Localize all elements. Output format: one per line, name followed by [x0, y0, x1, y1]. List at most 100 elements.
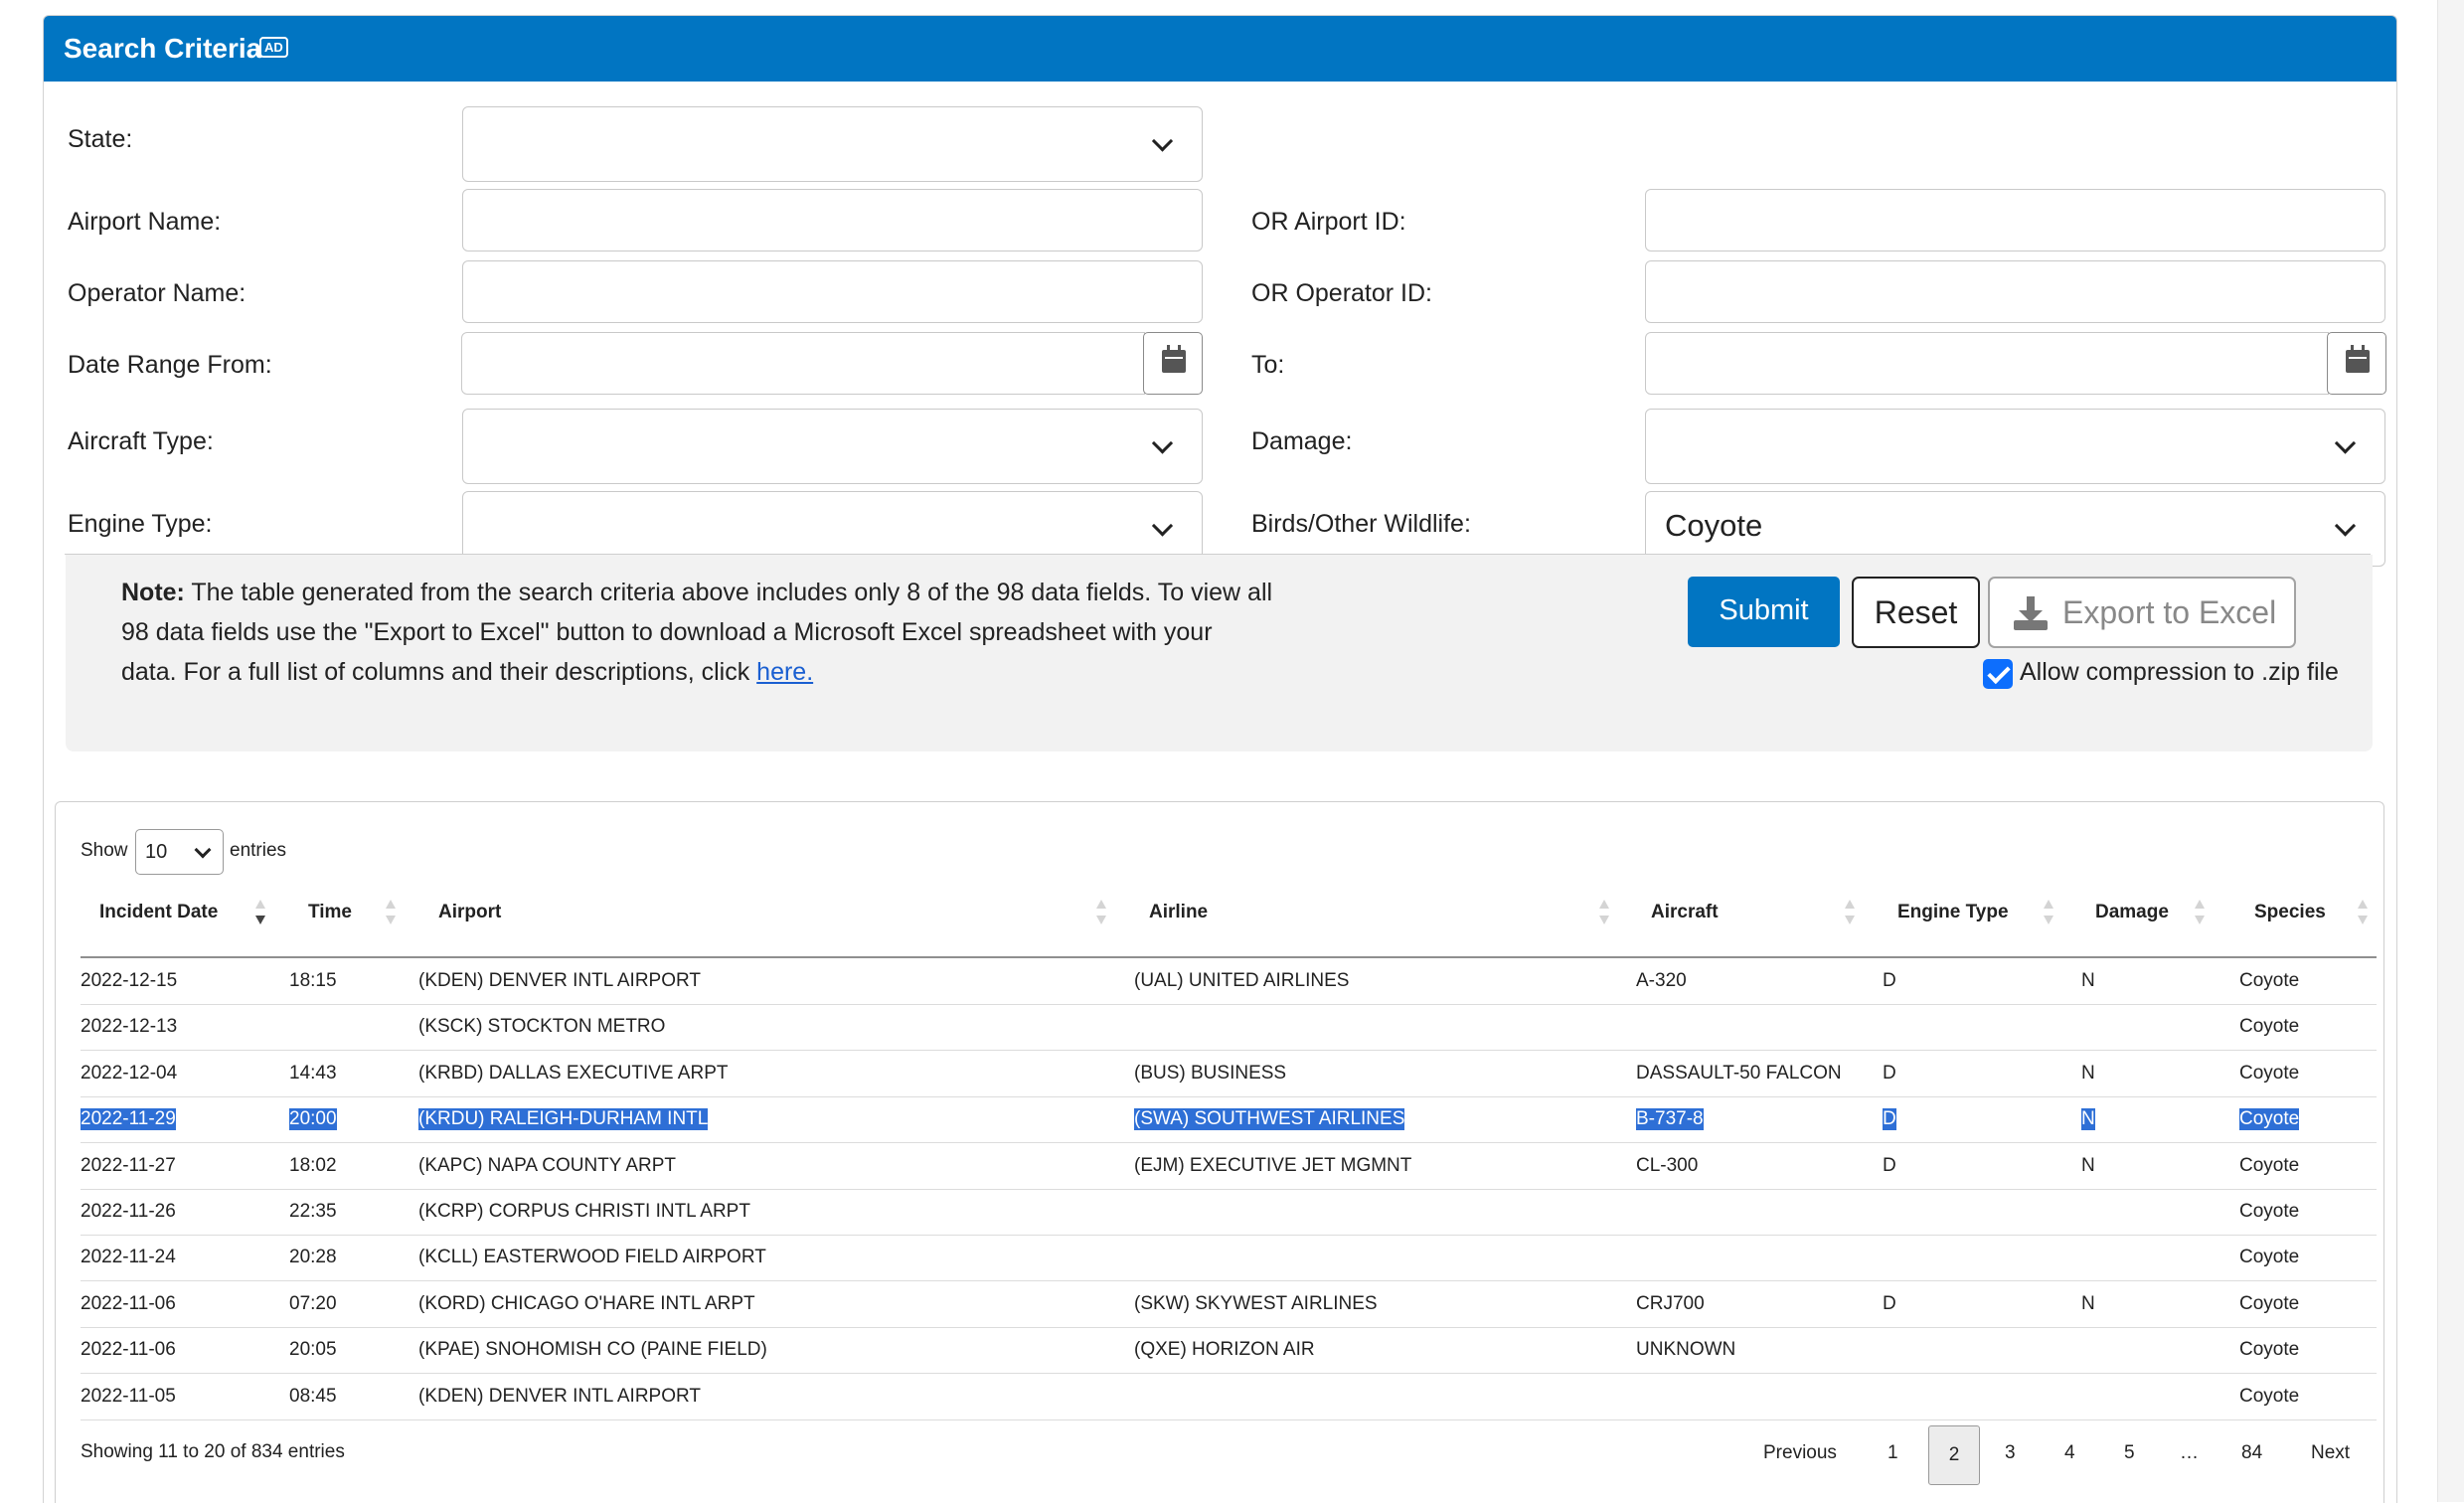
col-header-airline[interactable]: Airline [1149, 902, 1208, 923]
cell-engine-type: D [1883, 970, 1896, 991]
export-excel-label: Export to Excel [2062, 594, 2277, 630]
cell-incident-date: 2022-11-06 [81, 1339, 176, 1361]
date-to-calendar-button[interactable] [2327, 332, 2386, 395]
pagination-ellipsis: … [2180, 1442, 2199, 1463]
cell-airport: (KCRP) CORPUS CHRISTI INTL ARPT [418, 1201, 750, 1222]
sort-icon[interactable] [2358, 900, 2368, 927]
ad-badge: AD [259, 37, 288, 58]
col-header-engine-type[interactable]: Engine Type [1897, 902, 2009, 923]
cell-time: 08:45 [289, 1385, 337, 1407]
table-row[interactable]: 2022-11-24 20:28 (KCLL) EASTERWOOD FIELD A… [81, 1235, 2377, 1282]
export-excel-button[interactable]: Export to Excel [1988, 577, 2296, 648]
cell-aircraft: A-320 [1636, 970, 1687, 991]
aircraft-type-select[interactable] [462, 409, 1203, 484]
date-from-label: Date Range From: [68, 351, 272, 379]
pagination-page-2-current[interactable]: 2 [1928, 1425, 1980, 1485]
entries-label: entries [230, 840, 287, 861]
airport-name-label: Airport Name: [68, 208, 222, 236]
cell-damage: N [2081, 1062, 2095, 1084]
column-list-link[interactable]: here. [756, 658, 813, 686]
cell-aircraft: DASSAULT-50 FALCON [1636, 1062, 1842, 1084]
cell-species: Coyote [2239, 1108, 2300, 1131]
operator-name-input[interactable] [462, 260, 1203, 323]
table-row[interactable]: 2022-12-04 14:43 (KRBD) DALLAS EXECUTIVE A… [81, 1051, 2377, 1097]
col-header-aircraft[interactable]: Aircraft [1651, 902, 1719, 923]
pagination-page-5[interactable]: 5 [2124, 1442, 2135, 1464]
date-from-input[interactable] [461, 332, 1145, 395]
pagination-previous[interactable]: Previous [1763, 1442, 1837, 1464]
damage-select[interactable] [1645, 409, 2385, 484]
cell-airport: (KRDU) RALEIGH-DURHAM INTL [418, 1108, 709, 1131]
cell-damage: N [2081, 1154, 2095, 1176]
cell-airline: (EJM) EXECUTIVE JET MGMNT [1134, 1154, 1412, 1176]
results-panel: Show 10 entries Incident Date Time Airpo… [55, 801, 2384, 1503]
cell-aircraft: UNKNOWN [1636, 1339, 1736, 1361]
cell-time: 07:20 [289, 1292, 337, 1314]
cell-damage: N [2081, 1292, 2095, 1314]
col-header-damage[interactable]: Damage [2095, 902, 2169, 923]
sort-icon[interactable] [386, 900, 396, 927]
pagination-page-4[interactable]: 4 [2064, 1442, 2075, 1464]
table-row[interactable]: 2022-12-15 18:15 (KDEN) DENVER INTL AIRPOR… [81, 958, 2377, 1005]
cell-incident-date: 2022-11-06 [81, 1292, 176, 1314]
damage-label: Damage: [1251, 427, 1353, 455]
sort-icon[interactable] [1845, 900, 1855, 927]
cell-time: 22:35 [289, 1201, 337, 1222]
page-length-select[interactable]: 10 [135, 829, 224, 875]
col-header-time[interactable]: Time [308, 902, 352, 923]
calendar-icon [1162, 345, 1186, 373]
sort-icon[interactable] [2195, 900, 2205, 927]
sort-icon[interactable] [1096, 900, 1106, 927]
airport-name-input[interactable] [462, 189, 1203, 251]
pagination-page-3[interactable]: 3 [2005, 1442, 2016, 1464]
pagination-page-1[interactable]: 1 [1888, 1442, 1898, 1464]
cell-species: Coyote [2239, 1247, 2300, 1268]
table-row[interactable]: 2022-11-26 22:35 (KCRP) CORPUS CHRISTI INT… [81, 1189, 2377, 1236]
cell-aircraft: B-737-8 [1636, 1108, 1704, 1131]
airport-id-input[interactable] [1645, 189, 2385, 251]
date-from-calendar-button[interactable] [1143, 332, 1203, 395]
table-row[interactable]: 2022-11-06 20:05 (KPAE) SNOHOMISH CO (PAIN… [81, 1327, 2377, 1375]
cell-incident-date: 2022-12-04 [81, 1062, 178, 1084]
compression-checkbox[interactable] [1983, 659, 2013, 689]
note-text: Note: The table generated from the searc… [121, 573, 1274, 692]
panel-header: Search Criteria AD [44, 16, 2396, 82]
submit-button[interactable]: Submit [1688, 577, 1840, 647]
cell-incident-date: 2022-11-29 [81, 1108, 176, 1131]
pagination-page-84[interactable]: 84 [2241, 1442, 2262, 1464]
sort-icon[interactable] [1599, 900, 1609, 927]
table-row[interactable]: 2022-11-06 07:20 (KORD) CHICAGO O'HARE INT… [81, 1281, 2377, 1328]
cell-airport: (KPAE) SNOHOMISH CO (PAINE FIELD) [418, 1339, 767, 1361]
sort-icon[interactable] [2044, 900, 2053, 927]
cell-engine-type: D [1883, 1292, 1896, 1314]
cell-damage: N [2081, 970, 2095, 991]
cell-engine-type: D [1883, 1062, 1896, 1084]
table-row[interactable]: 2022-11-27 18:02 (KAPC) NAPA COUNTY ARPT (E… [81, 1143, 2377, 1190]
cell-incident-date: 2022-11-24 [81, 1247, 176, 1268]
cell-species: Coyote [2239, 1339, 2300, 1361]
download-icon [2014, 596, 2048, 630]
page-length-value: 10 [145, 841, 168, 863]
table-row[interactable]: 2022-11-05 08:45 (KDEN) DENVER INTL AIRPOR… [81, 1374, 2377, 1420]
cell-airline: (BUS) BUSINESS [1134, 1062, 1287, 1084]
date-to-input[interactable] [1645, 332, 2329, 395]
cell-species: Coyote [2239, 1292, 2300, 1314]
table-row[interactable]: 2022-12-13 (KSCK) STOCKTON METRO Coyote [81, 1004, 2377, 1052]
col-header-airport[interactable]: Airport [438, 902, 501, 923]
sort-desc-icon[interactable] [255, 900, 265, 927]
col-header-species[interactable]: Species [2254, 902, 2326, 923]
pagination-next[interactable]: Next [2311, 1442, 2350, 1464]
col-header-incident-date[interactable]: Incident Date [99, 902, 218, 923]
state-select[interactable] [462, 106, 1203, 182]
reset-button[interactable]: Reset [1852, 577, 1980, 648]
cell-aircraft: CRJ700 [1636, 1292, 1705, 1314]
operator-id-label: OR Operator ID: [1251, 279, 1432, 307]
cell-engine-type: D [1883, 1108, 1896, 1131]
page-scrollbar[interactable] [2437, 0, 2464, 1502]
operator-name-label: Operator Name: [68, 279, 246, 307]
table-row[interactable]: 2022-11-29 20:00 (KRDU) RALEIGH-DURHAM INT… [81, 1096, 2377, 1144]
cell-time: 20:00 [289, 1108, 337, 1131]
operator-id-input[interactable] [1645, 260, 2385, 323]
cell-airport: (KSCK) STOCKTON METRO [418, 1016, 666, 1038]
cell-airport: (KRBD) DALLAS EXECUTIVE ARPT [418, 1062, 729, 1084]
